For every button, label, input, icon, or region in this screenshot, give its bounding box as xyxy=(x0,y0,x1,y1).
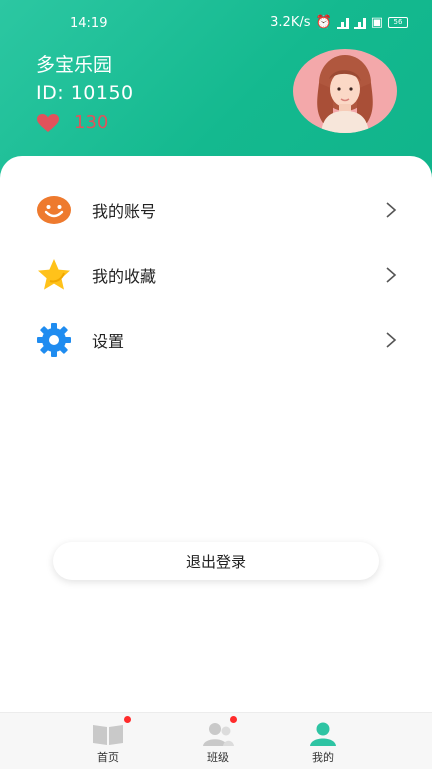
menu-item-account[interactable]: 我的账号 xyxy=(0,180,432,240)
avatar[interactable] xyxy=(293,49,397,133)
bottom-tab-bar: 首页 班级 我的 xyxy=(0,712,432,769)
menu-item-favorites[interactable]: 我的收藏 xyxy=(0,245,432,305)
tab-label-home: 首页 xyxy=(97,751,119,764)
wifi-icon: ▣ xyxy=(370,15,383,30)
status-bar: 14:19 3.2K/s ⏰ ▣ 56 xyxy=(0,0,432,44)
tab-class[interactable]: 班级 xyxy=(178,713,258,769)
profile-name: 多宝乐园 xyxy=(36,54,113,76)
chevron-right-icon xyxy=(386,267,397,283)
badge-dot xyxy=(230,716,237,723)
content-panel: 我的账号 我的收藏 设置 xyxy=(0,156,432,712)
status-indicators: 3.2K/s ⏰ ▣ 56 xyxy=(270,15,408,30)
people-icon xyxy=(203,723,234,746)
star-icon xyxy=(38,259,70,290)
likes-count: 130 xyxy=(74,112,109,133)
status-time: 14:19 xyxy=(70,16,108,31)
menu-label-favorites: 我的收藏 xyxy=(92,267,157,286)
gear-icon xyxy=(37,323,71,357)
menu-label-settings: 设置 xyxy=(92,332,125,351)
id-value: 10150 xyxy=(70,82,134,104)
signal-icon-2 xyxy=(353,17,366,29)
tab-label-mine: 我的 xyxy=(312,751,334,764)
id-label: ID: xyxy=(36,82,65,104)
smiley-icon xyxy=(37,196,71,224)
alarm-icon: ⏰ xyxy=(315,15,332,30)
tab-mine[interactable]: 我的 xyxy=(283,713,363,769)
network-speed: 3.2K/s xyxy=(270,15,311,30)
avatar-illustration xyxy=(317,55,373,133)
profile-id: ID: 10150 xyxy=(36,82,134,104)
book-icon xyxy=(93,725,123,745)
chevron-right-icon xyxy=(386,202,397,218)
menu-label-account: 我的账号 xyxy=(92,202,157,221)
signal-icon xyxy=(336,17,349,29)
tab-label-class: 班级 xyxy=(207,751,229,764)
tab-home[interactable]: 首页 xyxy=(68,713,148,769)
logout-button[interactable]: 退出登录 xyxy=(53,542,379,580)
person-icon xyxy=(310,722,336,746)
chevron-right-icon xyxy=(386,332,397,348)
heart-icon xyxy=(37,113,59,132)
likes: 130 xyxy=(36,112,108,133)
battery-icon: 56 xyxy=(388,17,408,28)
badge-dot xyxy=(124,716,131,723)
menu-item-settings[interactable]: 设置 xyxy=(0,310,432,370)
